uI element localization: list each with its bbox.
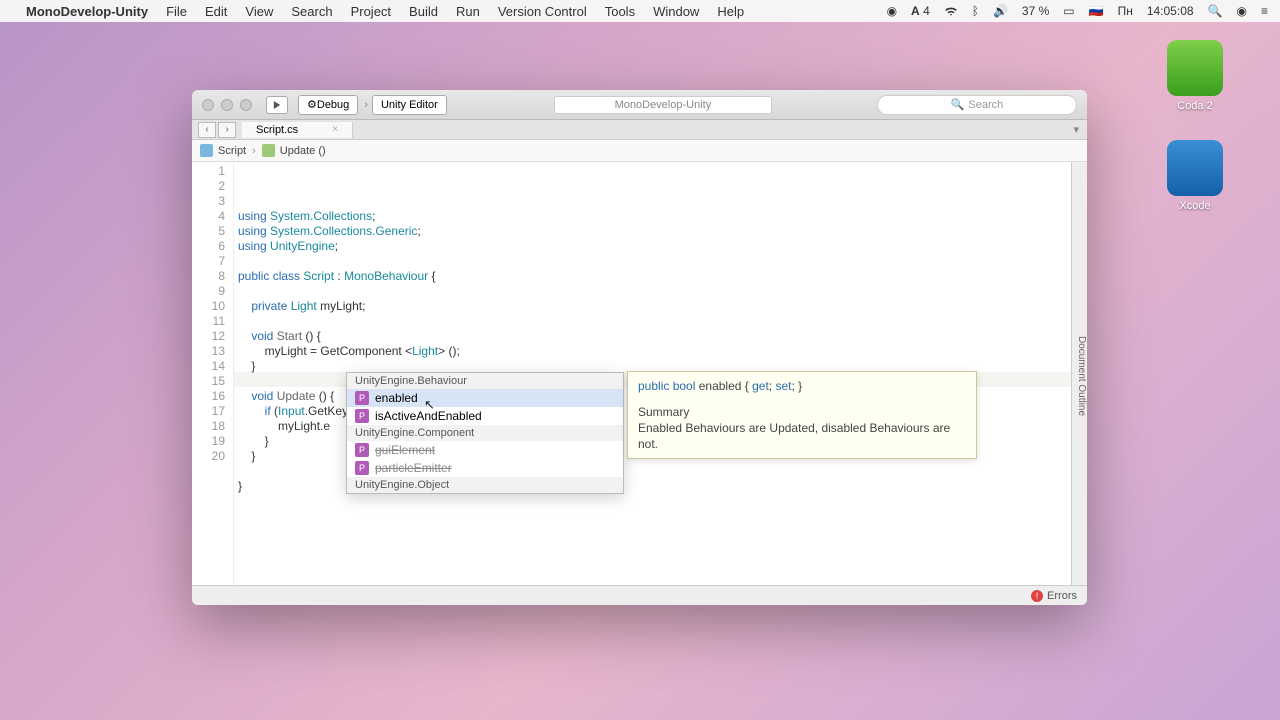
property-icon: P [355,409,369,423]
macos-menubar: MonoDevelop-Unity File Edit View Search … [0,0,1280,22]
popup-item-enabled[interactable]: Penabled [347,389,623,407]
target-label: Unity Editor [381,99,438,111]
popup-item-label: enabled [375,391,418,405]
search-input[interactable]: 🔍 Search [877,95,1077,115]
notification-center-icon[interactable]: ≡ [1261,4,1268,18]
monodevelop-window: ⚙ Debug › Unity Editor MonoDevelop-Unity… [192,90,1087,605]
tab-bar: ‹ › Script.cs × ▾ [192,120,1087,140]
app-name[interactable]: MonoDevelop-Unity [26,4,148,19]
clock-day[interactable]: Пн [1118,4,1133,18]
breadcrumb-method[interactable]: Update () [280,145,326,157]
line-gutter: 1234567891011121314151617181920 [192,162,234,585]
popup-item-isactiveandenabled[interactable]: PisActiveAndEnabled [347,407,623,425]
menu-view[interactable]: View [245,4,273,19]
chevron-right-icon: › [364,99,368,111]
menu-file[interactable]: File [166,4,187,19]
popup-item-particleemitter[interactable]: PparticleEmitter [347,459,623,477]
signature-tooltip: public bool enabled { get; set; } Summar… [627,371,977,459]
zoom-button[interactable] [240,99,252,111]
popup-group-component: UnityEngine.Component [347,425,623,441]
nav-forward-button[interactable]: › [218,122,236,138]
chevron-right-icon: › [252,145,256,157]
bluetooth-icon[interactable]: ᛒ [972,4,979,18]
siri-icon[interactable]: ◉ [1237,4,1247,18]
window-titlebar[interactable]: ⚙ Debug › Unity Editor MonoDevelop-Unity… [192,90,1087,120]
tab-overflow-icon[interactable]: ▾ [1065,123,1087,136]
menu-version-control[interactable]: Version Control [498,4,587,19]
traffic-lights[interactable] [202,99,252,111]
nav-back-button[interactable]: ‹ [198,122,216,138]
class-icon [200,144,213,157]
window-title: MonoDevelop-Unity [554,96,773,114]
menu-project[interactable]: Project [351,4,391,19]
coda-icon [1167,40,1223,96]
status-bar: ! Errors [192,585,1087,605]
config-label: Debug [317,99,349,111]
autocomplete-popup[interactable]: UnityEngine.Behaviour Penabled PisActive… [346,372,624,494]
popup-group-object: UnityEngine.Object [347,477,623,493]
xcode-label: Xcode [1179,200,1210,212]
menu-help[interactable]: Help [717,4,744,19]
menu-tools[interactable]: Tools [605,4,635,19]
target-selector[interactable]: Unity Editor [372,95,447,115]
config-selector[interactable]: ⚙ Debug [298,95,358,115]
adobe-count: 4 [923,4,930,18]
search-placeholder: Search [968,99,1003,111]
popup-item-label: guiElement [375,443,435,457]
property-icon: P [355,391,369,405]
nav-arrows: ‹ › [192,122,242,138]
tooltip-summary-text: Enabled Behaviours are Updated, disabled… [638,421,950,451]
input-flag-icon[interactable]: 🇷🇺 [1089,4,1104,18]
popup-item-label: particleEmitter [375,461,452,475]
tooltip-signature: public bool enabled { get; set; } [638,378,966,394]
adobe-status-icon[interactable]: A 4 [911,4,930,18]
battery-icon[interactable]: ▭ [1063,4,1074,18]
clock-time[interactable]: 14:05:08 [1147,4,1194,18]
window-title-area: MonoDevelop-Unity [449,95,877,114]
errors-label[interactable]: Errors [1047,590,1077,602]
battery-percent[interactable]: 37 % [1022,4,1049,18]
coda-label: Coda 2 [1177,100,1212,112]
screenrec-icon[interactable]: ◉ [887,4,897,18]
run-button[interactable] [266,96,288,114]
close-button[interactable] [202,99,214,111]
popup-item-guielement[interactable]: PguiElement [347,441,623,459]
error-icon[interactable]: ! [1031,590,1043,602]
breadcrumb-class[interactable]: Script [218,145,246,157]
minimize-button[interactable] [221,99,233,111]
tooltip-summary-label: Summary [638,404,966,420]
xcode-icon [1167,140,1223,196]
method-icon [262,144,275,157]
property-icon: P [355,443,369,457]
menu-build[interactable]: Build [409,4,438,19]
desktop-icon-coda[interactable]: Coda 2 [1160,40,1230,112]
menu-edit[interactable]: Edit [205,4,227,19]
menu-window[interactable]: Window [653,4,699,19]
property-icon: P [355,461,369,475]
tab-label: Script.cs [256,124,298,136]
breadcrumb[interactable]: Script › Update () [192,140,1087,162]
desktop-icon-xcode[interactable]: Xcode [1160,140,1230,212]
popup-group-behaviour: UnityEngine.Behaviour [347,373,623,389]
spotlight-icon[interactable]: 🔍 [1208,4,1223,18]
popup-item-label: isActiveAndEnabled [375,409,482,423]
wifi-icon[interactable] [944,4,958,18]
document-outline-tab[interactable]: Document Outline [1071,162,1087,585]
file-tab-script[interactable]: Script.cs × [242,122,353,138]
tab-close-icon[interactable]: × [332,124,338,135]
volume-icon[interactable]: 🔊 [993,4,1008,18]
menu-search[interactable]: Search [291,4,332,19]
menu-run[interactable]: Run [456,4,480,19]
